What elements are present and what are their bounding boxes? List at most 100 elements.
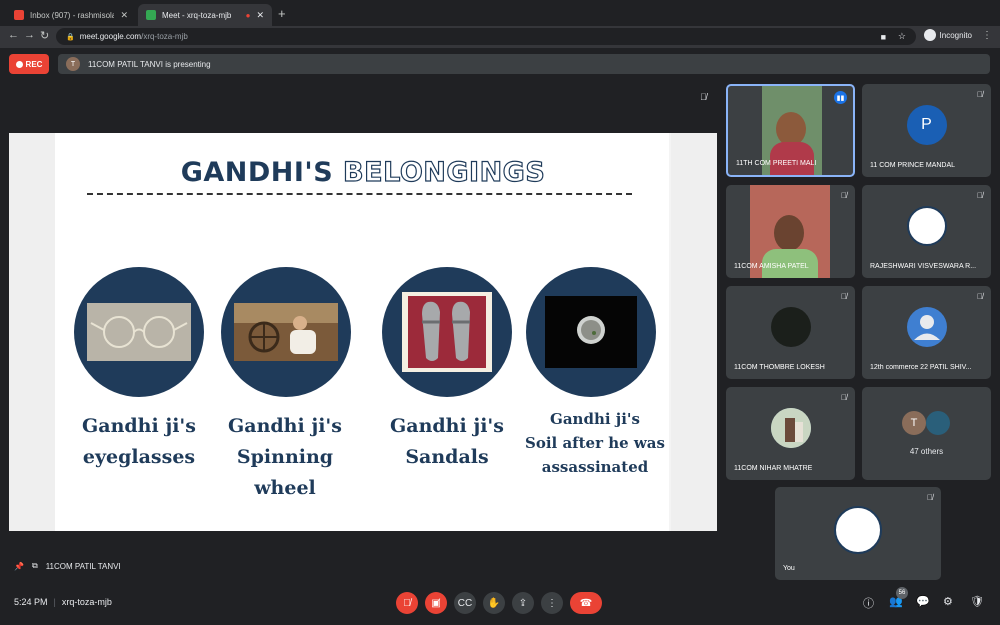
browser-menu-icon[interactable]: ⋮ [982,30,992,41]
address-bar: ← → ↻ 🔒 meet.google.com /xrq-toza-mjb ■ … [0,26,1000,48]
sandals-image [402,292,492,372]
chat-icon[interactable]: 💬 [916,595,930,608]
muted-mic-icon: 🎙̸ [841,292,847,301]
present-screen-icon: ⧉ [31,561,38,570]
meeting-code[interactable]: xrq-toza-mjb [62,597,112,607]
avatar: P [906,104,947,145]
participant-name: 11COM THOMBRE LOKESH [734,364,825,371]
hand-icon: ✋ [487,597,501,609]
close-icon[interactable]: ✕ [120,10,128,21]
record-dot-icon [15,60,23,68]
participant-tile[interactable]: 🎙̸ P 11 COM PRINCE MANDAL [862,84,991,177]
close-icon[interactable]: ✕ [256,10,264,21]
avatar [770,407,811,448]
participant-tile[interactable]: 🎙̸ 11COM AMISHA PATEL [726,185,855,278]
incognito-icon [923,29,936,41]
raise-hand-button[interactable]: ✋ [483,592,505,614]
avatar [926,411,950,435]
presenter-avatar: T [66,57,80,71]
participant-tile[interactable]: ▮▮ 11TH COM PREETI MALI [726,84,855,177]
pinned-presenter: 📌 ⧉ 11COM PATIL TANVI [14,561,129,571]
pinned-name: 11COM PATIL TANVI [45,561,121,571]
participant-name: 11TH COM PREETI MALI [736,160,817,167]
url-host: meet.google.com [79,32,142,41]
muted-mic-icon: 🎙̸ [841,191,847,200]
eyeglasses-image [87,303,191,361]
caption-line: Spinning wheel [236,446,334,499]
title-divider [87,193,632,195]
caption-sandals: Gandhi ji's Sandals [367,411,527,473]
mic-off-icon: 🎙̸ [403,597,411,609]
title-part1: GANDHI'S [180,157,334,188]
more-options-button[interactable]: ⋮ [541,592,563,614]
caption-soil: Gandhi ji's Soil after he was assassinat… [515,407,675,479]
caption-line: Gandhi ji's [82,415,196,437]
participant-tile[interactable]: 🎙̸ 11COM THOMBRE LOKESH [726,286,855,379]
caption-spinning-wheel: Gandhi ji's Spinning wheel [205,411,365,504]
camera-off-button[interactable]: ▣̸ [425,592,447,614]
caption-line: eyeglasses [82,446,196,468]
slide-margin-right [671,133,717,531]
muted-mic-icon: 🎙̸ [977,90,983,99]
caption-line: Gandhi ji's [228,415,342,437]
url-field[interactable]: 🔒 meet.google.com /xrq-toza-mjb ■ ☆ [56,28,916,45]
presenting-banner: T 11COM PATIL TANVI is presenting [58,54,990,74]
caption-eyeglasses: Gandhi ji's eyeglasses [59,411,219,473]
host-controls-icon[interactable]: 🛡 [970,595,984,608]
info-icon[interactable]: ⓘ [863,595,874,611]
participant-tile[interactable]: 🎙̸ 50 RAJESHWARI VISVESWARA R... [862,185,991,278]
present-icon: ⇪ [518,597,528,609]
caption-line: Gandhi ji's [550,410,640,428]
star-icon[interactable]: ☆ [898,31,906,42]
end-call-icon: ☎ [579,597,593,609]
participant-tile[interactable]: 🎙̸ 11COM NIHAR MHATRE [726,387,855,480]
school-logo: 50 [906,205,947,246]
soil-image [545,296,637,368]
muted-mic-icon: 🎙̸ [841,393,847,402]
participant-name: 11 COM PRINCE MANDAL [870,162,956,169]
new-tab-button[interactable]: + [278,6,286,21]
sandals-circle [382,267,512,397]
captions-button[interactable]: CC [454,592,476,614]
recording-badge: REC [9,54,49,74]
incognito-indicator[interactable]: Incognito [923,29,972,41]
speaking-indicator-icon: ▮▮ [834,91,847,104]
slide-title: GANDHI'S BELONGINGS [9,156,717,188]
muted-mic-icon: 🎙̸ [700,92,707,102]
forward-icon[interactable]: → [24,29,35,41]
participant-name: 12th commerce 22 PATIL SHIV... [870,364,972,371]
tab-meet[interactable]: Meet - xrq-toza-mjb ● ✕ [138,4,272,26]
generic-avatar-icon [906,306,947,347]
participant-name: RAJESHWARI VISVESWARA R... [870,263,977,270]
back-icon[interactable]: ← [8,29,19,41]
meeting-info: 5:24 PM | xrq-toza-mjb [14,597,112,607]
caption-line: Soil after he was [525,434,665,452]
eyeglasses-circle [74,267,204,397]
incognito-label: Incognito [939,30,972,40]
participant-count-badge: 56 [896,587,908,599]
tab-inbox[interactable]: Inbox (907) - rashmisolanki@... ✕ [6,4,136,26]
camera-icon[interactable]: ■ [881,32,886,42]
present-button[interactable]: ⇪ [512,592,534,614]
title-part2: BELONGINGS [342,156,546,188]
end-call-button[interactable]: ☎ [570,592,602,614]
spinning-wheel-image [234,303,338,361]
activities-icon[interactable]: ⚙ [943,595,953,608]
tab-title: Meet - xrq-toza-mjb [162,10,232,20]
participant-name: You [783,565,795,572]
others-tile[interactable]: T 47 others [862,387,991,480]
self-tile[interactable]: 🎙̸ 50 You [775,487,941,580]
mic-off-button[interactable]: 🎙̸ [396,592,418,614]
pin-icon[interactable]: 📌 [14,562,24,571]
rec-label: REC [25,59,43,69]
slide-margin-left [9,133,55,531]
more-icon: ⋮ [547,597,557,609]
soil-circle [526,267,656,397]
gmail-icon [14,10,24,20]
participant-name: 11COM AMISHA PATEL [734,263,809,270]
browser-tab-bar: Inbox (907) - rashmisolanki@... ✕ Meet -… [0,0,1000,26]
caption-line: Gandhi ji's [390,415,504,437]
avatar: T [902,411,926,435]
participant-tile[interactable]: 🎙̸ 12th commerce 22 PATIL SHIV... [862,286,991,379]
reload-icon[interactable]: ↻ [40,29,49,42]
